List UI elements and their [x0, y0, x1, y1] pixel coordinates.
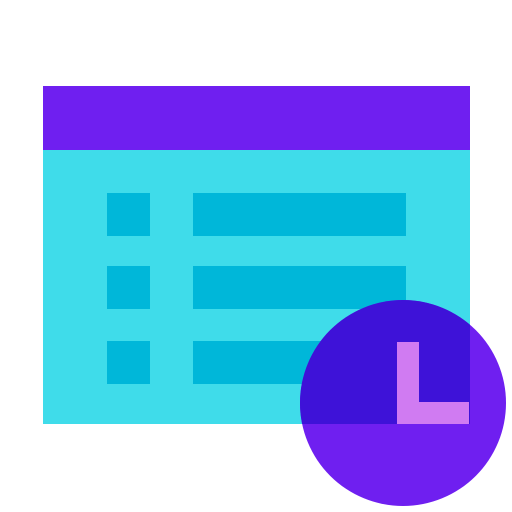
list-bullet-2 — [107, 266, 150, 309]
list-line-2 — [193, 266, 406, 309]
list-bullet-3 — [107, 341, 150, 384]
clock-minute-hand — [397, 402, 469, 424]
scheduled-list-icon — [43, 86, 506, 506]
icon-canvas — [0, 0, 512, 512]
list-bullet-1 — [107, 193, 150, 236]
window-header-bar — [43, 86, 470, 150]
list-line-1 — [193, 193, 406, 236]
